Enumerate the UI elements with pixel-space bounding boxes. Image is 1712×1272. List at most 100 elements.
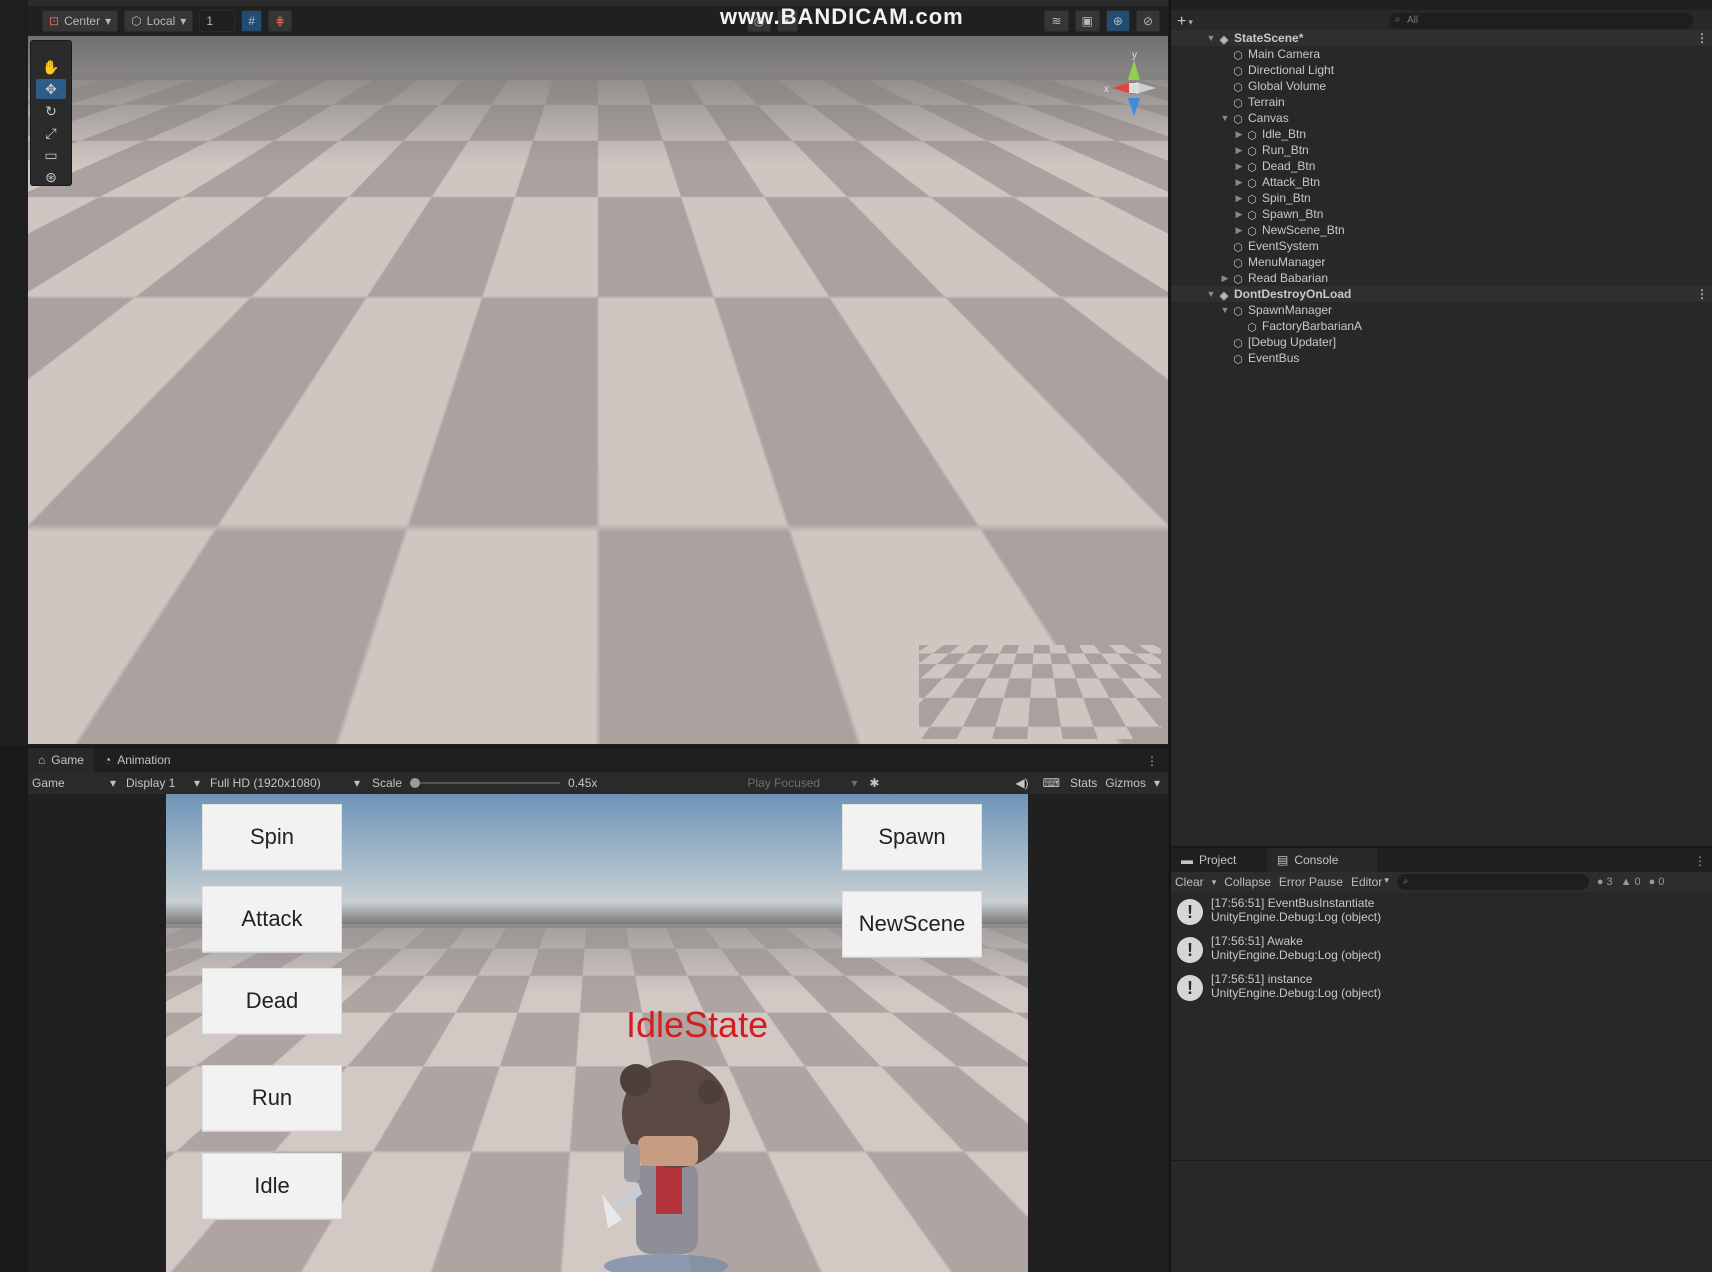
play-mode-dropdown[interactable]: Play Focused ▾ — [747, 776, 857, 790]
collapse-arrow-icon[interactable]: ▶ — [1233, 126, 1245, 142]
collapse-arrow-icon[interactable]: ▶ — [1219, 270, 1231, 286]
shading-overlay-icon[interactable]: ◐ — [141, 720, 163, 738]
gizmos-button[interactable]: Gizmos — [1105, 776, 1146, 790]
hierarchy-item[interactable]: ⬡ Global Volume — [1171, 78, 1712, 94]
hierarchy-item[interactable]: ⬡ Directional Light — [1171, 62, 1712, 78]
warning-count-badge[interactable]: ▲ 0 — [1621, 876, 1641, 888]
kebab-menu-icon[interactable]: ⋮ — [1136, 754, 1168, 772]
layers-overlay-icon[interactable]: ◈ — [173, 720, 195, 738]
error-pause-button[interactable]: Error Pause — [1279, 875, 1343, 889]
tab-game[interactable]: ⌂ Game — [28, 748, 94, 772]
orientation-gizmo[interactable]: y x — [1074, 40, 1166, 130]
hierarchy-item[interactable]: ⬡ Terrain — [1171, 94, 1712, 110]
hierarchy-item[interactable]: ⬡ EventBus — [1171, 350, 1712, 366]
log-entry[interactable]: ! [17:56:51] EventBusInstantiate UnityEn… — [1171, 894, 1712, 932]
pivot-dropdown[interactable]: ⊡ Center ▾ — [42, 10, 119, 32]
hierarchy-item[interactable]: ▶ ⬡ Spin_Btn — [1171, 190, 1712, 206]
tab-project[interactable]: ▬ Project — [1171, 848, 1267, 872]
kebab-menu-icon[interactable]: ⋮ — [1688, 854, 1712, 872]
expand-arrow-icon[interactable]: ▼ — [1219, 302, 1231, 318]
hierarchy-item[interactable]: ⬡ MenuManager — [1171, 254, 1712, 270]
newscene-button[interactable]: NewScene — [842, 891, 982, 957]
chevron-down-icon[interactable]: ▾ — [1212, 877, 1217, 888]
gizmos-button[interactable]: ⊕ — [1105, 10, 1130, 32]
rect-tool-icon[interactable]: ▭ — [36, 145, 66, 165]
hierarchy-item[interactable]: ▶ ⬡ Attack_Btn — [1171, 174, 1712, 190]
hierarchy-item[interactable]: ⬡ [Debug Updater] — [1171, 334, 1712, 350]
run-button[interactable]: Run — [202, 1065, 342, 1131]
camera-select[interactable]: ■ Main Camera ▾ — [923, 583, 1085, 601]
kebab-menu-icon[interactable]: ⋮ — [1696, 286, 1708, 302]
hierarchy-item[interactable]: ▶ ⬡ Spawn_Btn — [1171, 206, 1712, 222]
hierarchy-search-input[interactable]: All — [1389, 13, 1693, 29]
hierarchy-item[interactable]: ▶ ⬡ NewScene_Btn — [1171, 222, 1712, 238]
effects-button[interactable]: ≋ — [1044, 10, 1069, 32]
dead-button[interactable]: Dead — [202, 968, 342, 1034]
log-entry[interactable]: ! [17:56:51] instance UnityEngine.Debug:… — [1171, 970, 1712, 1008]
kebab-menu-icon[interactable]: ⋮ — [1696, 30, 1708, 46]
expand-arrow-icon[interactable]: ▼ — [1205, 286, 1217, 302]
hierarchy-scene-row[interactable]: ▼ ◈ DontDestroyOnLoad ⋮ — [1171, 286, 1712, 302]
tab-animation[interactable]: ◔ Animation — [94, 748, 181, 772]
collapse-arrow-icon[interactable]: ▶ — [1233, 174, 1245, 190]
resolution-dropdown[interactable]: Full HD (1920x1080) ▾ — [200, 776, 360, 790]
game-view[interactable]: Spin Attack Dead Run Idle Spawn NewScene… — [166, 794, 1028, 1272]
search-overlay-icon[interactable]: ⌕ — [205, 720, 227, 738]
space-dropdown[interactable]: ⬡ Local ▾ — [124, 10, 194, 32]
collapse-arrow-icon[interactable]: ▶ — [1233, 142, 1245, 158]
collapse-arrow-icon[interactable]: ▶ — [1233, 190, 1245, 206]
game-mode-dropdown[interactable]: Game ▾ — [28, 776, 116, 790]
grid-toggle[interactable]: # — [241, 10, 263, 32]
grid-overlay-icon[interactable]: # — [109, 720, 131, 738]
expand-arrow-icon[interactable]: ▼ — [1219, 110, 1231, 126]
hierarchy-item[interactable]: ⬡ EventSystem — [1171, 238, 1712, 254]
hierarchy-item[interactable]: ▶ ⬡ Dead_Btn — [1171, 158, 1712, 174]
collapse-arrow-icon[interactable]: ▶ — [1233, 206, 1245, 222]
pivot-overlay-icon[interactable]: ✛ — [237, 720, 259, 738]
spin-button[interactable]: Spin — [202, 804, 342, 870]
collapse-arrow-icon[interactable]: ▶ — [1233, 158, 1245, 174]
chevron-down-icon[interactable]: ▾ — [1145, 585, 1151, 599]
camera-settings-button[interactable]: ▣ — [1074, 10, 1100, 32]
stats-button[interactable]: Stats — [1070, 776, 1097, 790]
hand-tool-icon[interactable]: ✋ — [36, 57, 66, 77]
chevron-down-icon[interactable]: ▾ — [1188, 17, 1193, 28]
hierarchy-item[interactable]: ▼ ⬡ Canvas — [1171, 110, 1712, 126]
move-overlay-icon[interactable]: ✥ — [45, 720, 67, 738]
display-dropdown[interactable]: Display 1 ▾ — [116, 776, 200, 790]
compass-overlay-icon[interactable]: ⊘ — [301, 720, 323, 738]
info-count-badge[interactable]: ● 3 — [1597, 876, 1613, 888]
error-count-badge[interactable]: ● 0 — [1649, 876, 1665, 888]
spawn-button[interactable]: Spawn — [842, 804, 982, 870]
collapse-button[interactable]: Collapse — [1224, 875, 1271, 889]
tab-console[interactable]: ▤ Console — [1267, 848, 1377, 872]
attack-button[interactable]: Attack — [202, 886, 342, 952]
snap-toggle[interactable]: ⋕ — [268, 10, 293, 32]
scale-tool-icon[interactable]: ⤢ — [36, 123, 66, 143]
expand-arrow-icon[interactable]: ▼ — [1205, 30, 1217, 46]
settings-overlay-icon[interactable]: ☰ — [77, 720, 99, 738]
camera-info-button[interactable]: ⓘ — [1089, 583, 1116, 601]
bug-icon[interactable]: ✱ — [869, 776, 879, 790]
idle-button[interactable]: Idle — [202, 1153, 342, 1219]
camera-frame-button[interactable]: ⛶ — [1119, 583, 1142, 601]
editor-dropdown[interactable]: Editor ▾ — [1351, 875, 1389, 889]
chevron-down-icon[interactable]: ▾ — [1154, 776, 1160, 790]
rotate-tool-icon[interactable]: ↻ — [36, 101, 66, 121]
move-tool-icon[interactable]: ✥ — [36, 79, 66, 99]
scale-slider[interactable] — [410, 777, 561, 789]
hierarchy-item[interactable]: ▶ ⬡ Idle_Btn — [1171, 126, 1712, 142]
hierarchy-item[interactable]: ▶ ⬡ Run_Btn — [1171, 142, 1712, 158]
add-icon[interactable]: + — [1177, 13, 1186, 31]
clear-button[interactable]: Clear — [1175, 875, 1204, 889]
keyboard-icon[interactable]: ⌨ — [1043, 776, 1060, 790]
hierarchy-item[interactable]: ⬡ Main Camera — [1171, 46, 1712, 62]
hierarchy-item[interactable]: ▶ ⬡ Read Babarian — [1171, 270, 1712, 286]
collapse-arrow-icon[interactable]: ▶ — [1233, 222, 1245, 238]
grid-snap-field[interactable]: 1 — [199, 10, 236, 32]
hierarchy-item[interactable]: ▼ ⬡ SpawnManager — [1171, 302, 1712, 318]
hierarchy-scene-row[interactable]: ▼ ◈ StateScene* ⋮ — [1171, 30, 1712, 46]
console-search-input[interactable]: ⌕ — [1396, 874, 1589, 890]
scale-slider-handle[interactable] — [410, 778, 421, 788]
hierarchy-item[interactable]: ⬡ FactoryBarbarianA — [1171, 318, 1712, 334]
